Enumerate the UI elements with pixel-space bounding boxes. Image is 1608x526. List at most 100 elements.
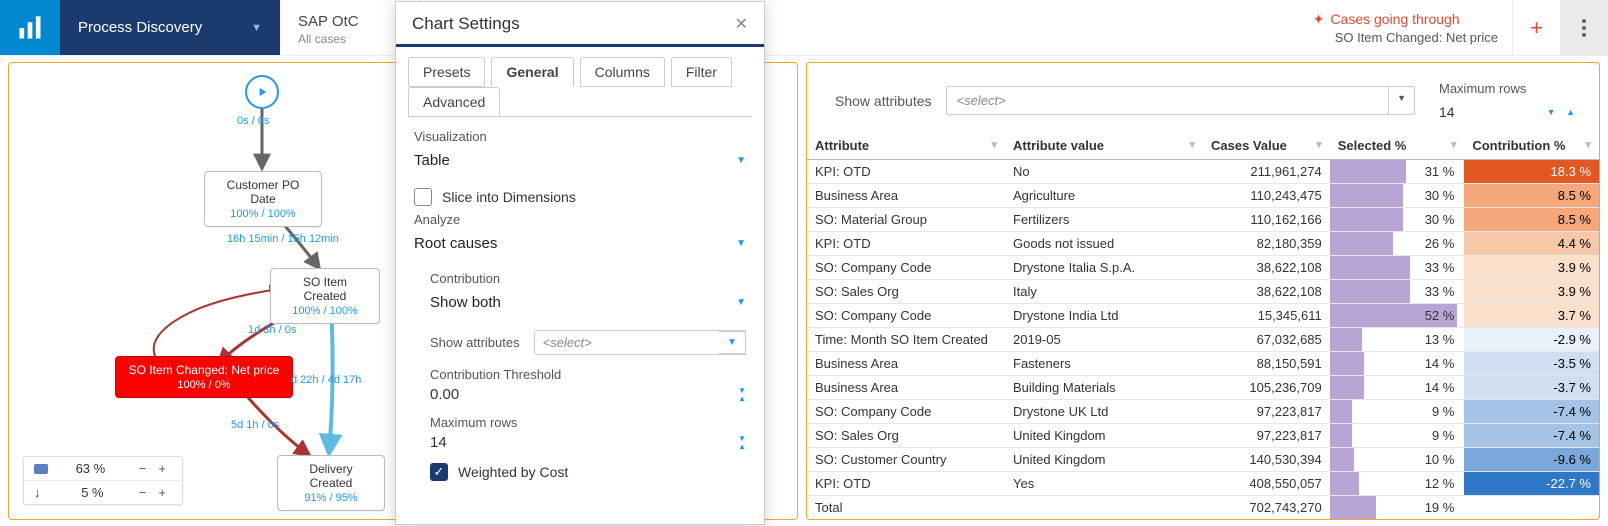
filter-chip[interactable]: ✦ Cases going through SO Item Changed: N… xyxy=(1299,0,1512,55)
dots-vertical-icon xyxy=(1582,19,1586,37)
filter-icon[interactable]: ▾ xyxy=(1585,138,1591,151)
table-row[interactable]: SO: Customer CountryUnited Kingdom140,53… xyxy=(807,448,1599,472)
checkbox-unchecked-icon xyxy=(414,188,432,206)
table-row[interactable]: KPI: OTDNo211,961,27431 %18.3 % xyxy=(807,160,1599,184)
stepper-icon: ▼▲ xyxy=(738,387,746,402)
table-row[interactable]: KPI: OTDYes408,550,05712 %-22.7 % xyxy=(807,472,1599,496)
root-cause-panel: Show attributes <select> ▼ Maximum rows … xyxy=(806,62,1600,520)
table-row[interactable]: Business AreaFasteners88,150,59114 %-3.5… xyxy=(807,352,1599,376)
activity-pct: 63 % xyxy=(48,461,133,476)
path-minus[interactable]: − xyxy=(133,485,153,500)
start-node[interactable] xyxy=(245,75,279,109)
path-pct: 5 % xyxy=(52,485,133,500)
top-bar: Process Discovery ▼ SAP OtC All cases ✦ … xyxy=(0,0,1608,56)
root-cause-table: Attribute▾ Attribute value▾ Cases Value▾… xyxy=(807,132,1599,520)
show-attributes-label: Show attributes xyxy=(430,335,520,350)
context-subtitle: All cases xyxy=(298,32,401,46)
chevron-down-icon: ▼ xyxy=(251,22,262,34)
contribution-label: Contribution xyxy=(430,271,746,286)
node-customer-po-date[interactable]: Customer PO Date 100% / 100% xyxy=(204,171,322,227)
chevron-down-icon: ▼ xyxy=(719,331,746,354)
path-plus[interactable]: + xyxy=(152,485,172,500)
add-button[interactable]: + xyxy=(1512,0,1560,55)
checkbox-checked-icon: ✓ xyxy=(430,463,448,481)
contribution-threshold-label: Contribution Threshold xyxy=(430,367,746,382)
th-attribute[interactable]: Attribute▾ xyxy=(807,132,1005,160)
tab-presets[interactable]: Presets xyxy=(408,57,485,87)
edge-label: 5d 1h / 0s xyxy=(231,419,279,431)
slice-checkbox[interactable]: Slice into Dimensions xyxy=(414,188,746,206)
filter-icon[interactable]: ▾ xyxy=(1189,138,1195,151)
visualization-select[interactable]: Table▼ xyxy=(414,148,746,176)
filter-icon[interactable]: ▾ xyxy=(1451,138,1457,151)
table-row[interactable]: SO: Sales OrgUnited Kingdom97,223,8179 %… xyxy=(807,424,1599,448)
table-row[interactable]: Business AreaBuilding Materials105,236,7… xyxy=(807,376,1599,400)
table-row[interactable]: Time: Month SO Item Created2019-0567,032… xyxy=(807,328,1599,352)
edge-label: 0s / 0s xyxy=(237,115,269,127)
analyze-select[interactable]: Root causes▼ xyxy=(414,231,746,259)
contribution-threshold-stepper[interactable]: 0.00 ▼▲ xyxy=(430,386,746,403)
visualization-label: Visualization xyxy=(414,129,746,144)
play-icon xyxy=(255,85,269,99)
show-attributes-label: Show attributes xyxy=(835,93,932,109)
chevron-down-icon: ▼ xyxy=(736,155,746,166)
show-attributes-select[interactable]: <select> xyxy=(946,86,1390,115)
tab-filter[interactable]: Filter xyxy=(671,57,732,87)
table-row[interactable]: Business AreaAgriculture110,243,47530 %8… xyxy=(807,184,1599,208)
show-attributes-select[interactable]: <select> ▼ xyxy=(534,330,746,355)
weighted-checkbox[interactable]: ✓ Weighted by Cost xyxy=(430,463,746,481)
node-so-item-created[interactable]: SO Item Created 100% / 100% xyxy=(270,268,380,324)
tab-general[interactable]: General xyxy=(491,57,573,87)
edge-label: 1d 3h / 0s xyxy=(248,324,296,336)
activity-minus[interactable]: − xyxy=(133,461,153,476)
table-row[interactable]: SO: Material GroupFertilizers110,162,166… xyxy=(807,208,1599,232)
stepper-icon: ▼▲ xyxy=(738,435,746,450)
close-icon[interactable]: ✕ xyxy=(735,14,748,34)
edge-label: d 22h / 4d 17h xyxy=(291,374,361,386)
th-cases-value[interactable]: Cases Value▾ xyxy=(1203,132,1330,160)
edge-label: 16h 15min / 15h 12min xyxy=(227,233,339,245)
filter-chip-subtitle: SO Item Changed: Net price xyxy=(1335,30,1498,45)
arrow-down-icon: ↓ xyxy=(34,485,52,500)
chevron-down-icon[interactable]: ▼ xyxy=(1389,86,1415,115)
max-rows-stepper[interactable]: ▼ ▲ xyxy=(1547,107,1579,117)
table-row[interactable]: SO: Company CodeDrystone UK Ltd97,223,81… xyxy=(807,400,1599,424)
activity-slider: 63 % − + xyxy=(24,457,182,480)
kebab-menu[interactable] xyxy=(1560,0,1608,55)
table-row[interactable]: SO: Sales OrgItaly38,622,10833 %3.9 % xyxy=(807,280,1599,304)
th-attribute-value[interactable]: Attribute value▾ xyxy=(1005,132,1203,160)
nav-dropdown[interactable]: Process Discovery ▼ xyxy=(60,0,280,55)
table-row[interactable]: SO: Company CodeDrystone India Ltd15,345… xyxy=(807,304,1599,328)
th-selected[interactable]: Selected %▾ xyxy=(1330,132,1465,160)
node-so-item-changed[interactable]: SO Item Changed: Net price 100% / 0% xyxy=(115,356,293,398)
contribution-select[interactable]: Show both▼ xyxy=(430,290,746,318)
maximum-rows-label: Maximum rows xyxy=(430,415,746,430)
tab-advanced[interactable]: Advanced xyxy=(408,87,500,117)
popup-title: Chart Settings xyxy=(412,14,520,34)
path-slider: ↓ 5 % − + xyxy=(24,480,182,504)
filter-icon[interactable]: ▾ xyxy=(991,138,997,151)
tab-columns[interactable]: Columns xyxy=(580,57,665,87)
chevron-down-icon: ▼ xyxy=(736,297,746,308)
max-rows-label: Maximum rows xyxy=(1439,81,1579,96)
app-logo[interactable] xyxy=(0,0,60,55)
nav-title: Process Discovery xyxy=(78,19,202,36)
table-row[interactable]: KPI: OTDGoods not issued82,180,35926 %4.… xyxy=(807,232,1599,256)
analyze-label: Analyze xyxy=(414,212,746,227)
filter-icon[interactable]: ▾ xyxy=(1316,138,1322,151)
table-row-total: Total702,743,27019 % xyxy=(807,496,1599,520)
filter-chip-title: Cases going through xyxy=(1330,11,1459,27)
chart-settings-popup: Chart Settings ✕ Presets General Columns… xyxy=(395,1,765,525)
process-icon: ✦ xyxy=(1313,11,1325,28)
node-delivery-created[interactable]: Delivery Created 91% / 95% xyxy=(277,455,385,511)
context-title: SAP OtC xyxy=(298,13,401,30)
max-rows-value: 14 xyxy=(1439,104,1455,120)
maximum-rows-stepper[interactable]: 14 ▼▲ xyxy=(430,434,746,451)
chevron-down-icon: ▼ xyxy=(736,238,746,249)
bar-chart-icon xyxy=(16,14,44,42)
activity-icon xyxy=(34,464,48,474)
activity-plus[interactable]: + xyxy=(152,461,172,476)
table-row[interactable]: SO: Company CodeDrystone Italia S.p.A.38… xyxy=(807,256,1599,280)
th-contribution[interactable]: Contribution %▾ xyxy=(1464,132,1599,160)
graph-slider-box: 63 % − + ↓ 5 % − + xyxy=(23,456,183,505)
